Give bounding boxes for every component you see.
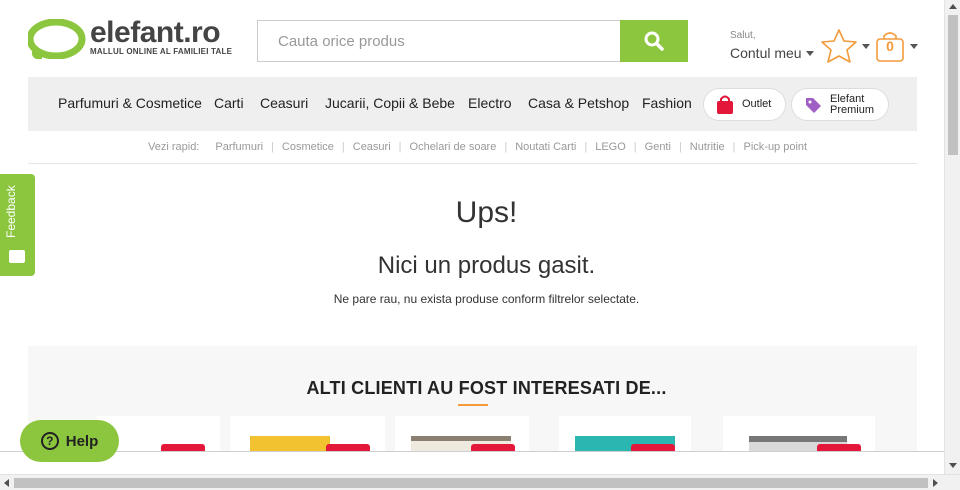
quick-link[interactable]: Genti xyxy=(645,141,671,153)
feedback-icon xyxy=(9,250,25,263)
title-underline xyxy=(458,404,488,406)
quick-link[interactable]: Cosmetice xyxy=(282,141,334,153)
account-greeting: Salut, xyxy=(730,30,756,41)
separator: | xyxy=(341,141,345,153)
chevron-down-icon xyxy=(805,50,814,56)
premium-tag-icon xyxy=(806,97,821,113)
page-title: Ups! xyxy=(455,196,518,229)
search-button[interactable] xyxy=(620,20,688,62)
search-icon xyxy=(644,31,664,51)
no-results-heading: Nici un produs gasit. xyxy=(377,252,596,279)
outlet-bag-icon xyxy=(717,95,733,114)
logo-tagline: MALLUL ONLINE AL FAMILIEI TALE xyxy=(90,47,233,56)
quick-link[interactable]: Pick-up point xyxy=(744,141,808,153)
separator: | xyxy=(271,141,274,153)
help-question-icon: ? xyxy=(40,432,59,450)
quick-links: Vezi rapid: Parfumuri | Cosmetice | Ceas… xyxy=(148,141,807,153)
scroll-right-icon[interactable] xyxy=(933,479,938,487)
premium-label-line2: Premium xyxy=(830,103,875,116)
quick-link[interactable]: Noutati Carti xyxy=(515,141,576,153)
scroll-thumb[interactable] xyxy=(948,15,958,155)
star-icon xyxy=(821,29,857,63)
separator: | xyxy=(584,141,588,153)
help-label: Help xyxy=(65,432,99,450)
elephant-logo-icon xyxy=(28,19,86,59)
account-label[interactable]: Contul meu xyxy=(730,45,802,61)
search-bar xyxy=(257,20,688,62)
search-input[interactable] xyxy=(258,21,620,61)
separator: | xyxy=(504,141,508,153)
wishlist-button[interactable] xyxy=(820,28,870,64)
horizontal-scrollbar[interactable] xyxy=(0,474,960,490)
logo-text: elefant.ro xyxy=(90,16,221,49)
feedback-label: Feedback xyxy=(4,185,18,238)
no-results-text: Ne pare rau, nu exista produse conform f… xyxy=(333,292,640,306)
feedback-tab[interactable]: Feedback xyxy=(0,174,35,276)
chevron-down-icon xyxy=(862,43,870,49)
nav-item-ceasuri[interactable]: Ceasuri xyxy=(260,95,308,111)
scroll-left-icon[interactable] xyxy=(4,479,9,487)
nav-item-carti[interactable]: Carti xyxy=(214,95,244,111)
quick-link[interactable]: Ochelari de soare xyxy=(410,141,497,153)
nav-item-casa-petshop[interactable]: Casa & Petshop xyxy=(528,95,629,111)
main-navigation: Parfumuri & Cosmetice Carti Ceasuri Juca… xyxy=(28,77,917,131)
quick-link[interactable]: LEGO xyxy=(595,141,626,153)
quick-link[interactable]: Parfumuri xyxy=(215,141,263,153)
scroll-down-icon[interactable] xyxy=(949,463,957,468)
help-button[interactable]: ? Help xyxy=(20,420,119,462)
recommendations-title: ALTI CLIENTI AU FOST INTERESATI DE... xyxy=(306,378,667,398)
premium-button[interactable]: Elefant Premium xyxy=(791,88,890,121)
separator: | xyxy=(678,141,682,153)
cart-count: 0 xyxy=(886,38,894,54)
outlet-button[interactable]: Outlet xyxy=(703,88,787,121)
cart-button[interactable]: 0 xyxy=(875,30,918,62)
divider xyxy=(28,163,917,164)
scroll-thumb[interactable] xyxy=(14,478,928,488)
nav-item-jucarii[interactable]: Jucarii, Copii & Bebe xyxy=(325,95,455,111)
vertical-scrollbar[interactable] xyxy=(944,0,960,474)
premium-label: Elefant Premium xyxy=(830,93,875,116)
separator: | xyxy=(732,141,736,153)
separator: | xyxy=(633,141,637,153)
bottom-bar xyxy=(0,451,944,474)
quick-links-label: Vezi rapid: xyxy=(148,141,200,153)
quick-link[interactable]: Ceasuri xyxy=(353,141,391,153)
nav-item-fashion[interactable]: Fashion xyxy=(642,95,692,111)
separator: | xyxy=(398,141,402,153)
quick-link[interactable]: Nutritie xyxy=(690,141,725,153)
scroll-up-icon[interactable] xyxy=(949,4,957,9)
nav-item-parfumuri-cosmetice[interactable]: Parfumuri & Cosmetice xyxy=(58,95,202,111)
nav-item-electro[interactable]: Electro xyxy=(468,95,512,111)
site-logo[interactable]: elefant.ro MALLUL ONLINE AL FAMILIEI TAL… xyxy=(28,17,238,61)
outlet-label: Outlet xyxy=(742,98,772,110)
account-menu[interactable]: Salut, Contul meu xyxy=(730,30,814,61)
chevron-down-icon xyxy=(910,43,918,49)
